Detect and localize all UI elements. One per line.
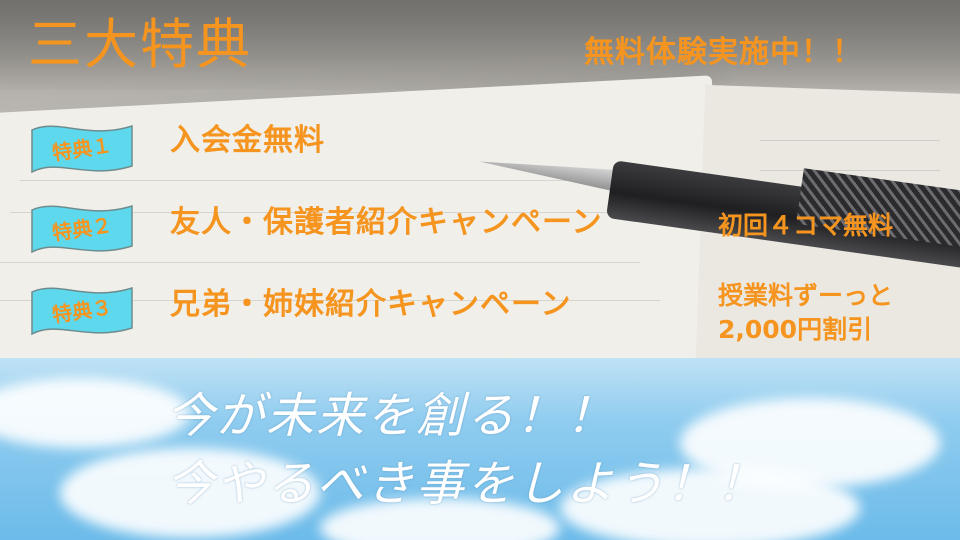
benefit-name: 友人・保護者紹介キャンペーン [170, 205, 603, 240]
free-trial-banner: 無料体験実施中！！ [584, 35, 863, 70]
page-title: 三大特典 [28, 13, 252, 76]
page-rule-line [0, 262, 640, 263]
benefit-name: 兄弟・姉妹紹介キャンペーン [170, 287, 572, 322]
sky-background [0, 358, 960, 540]
benefit-note-line-1: 授業料ずーっと [718, 281, 894, 310]
page-rule-line [20, 180, 580, 181]
slogan-line-2: 今やるべき事をしよう！！ [166, 456, 767, 512]
benefit-flag-1: 特典１ [28, 120, 136, 178]
benefit-note: 初回４コマ無料 [718, 211, 894, 240]
benefit-name: 入会金無料 [170, 123, 325, 158]
page-rule-line [760, 140, 940, 141]
benefit-flag-3: 特典３ [28, 282, 136, 340]
page-rule-line [760, 170, 940, 171]
cloud [0, 378, 190, 448]
benefit-note-line-2: 2,000円割引 [718, 315, 873, 344]
benefit-flag-2: 特典２ [28, 200, 136, 258]
slogan-line-1: 今が未来を創る！！ [166, 388, 617, 444]
